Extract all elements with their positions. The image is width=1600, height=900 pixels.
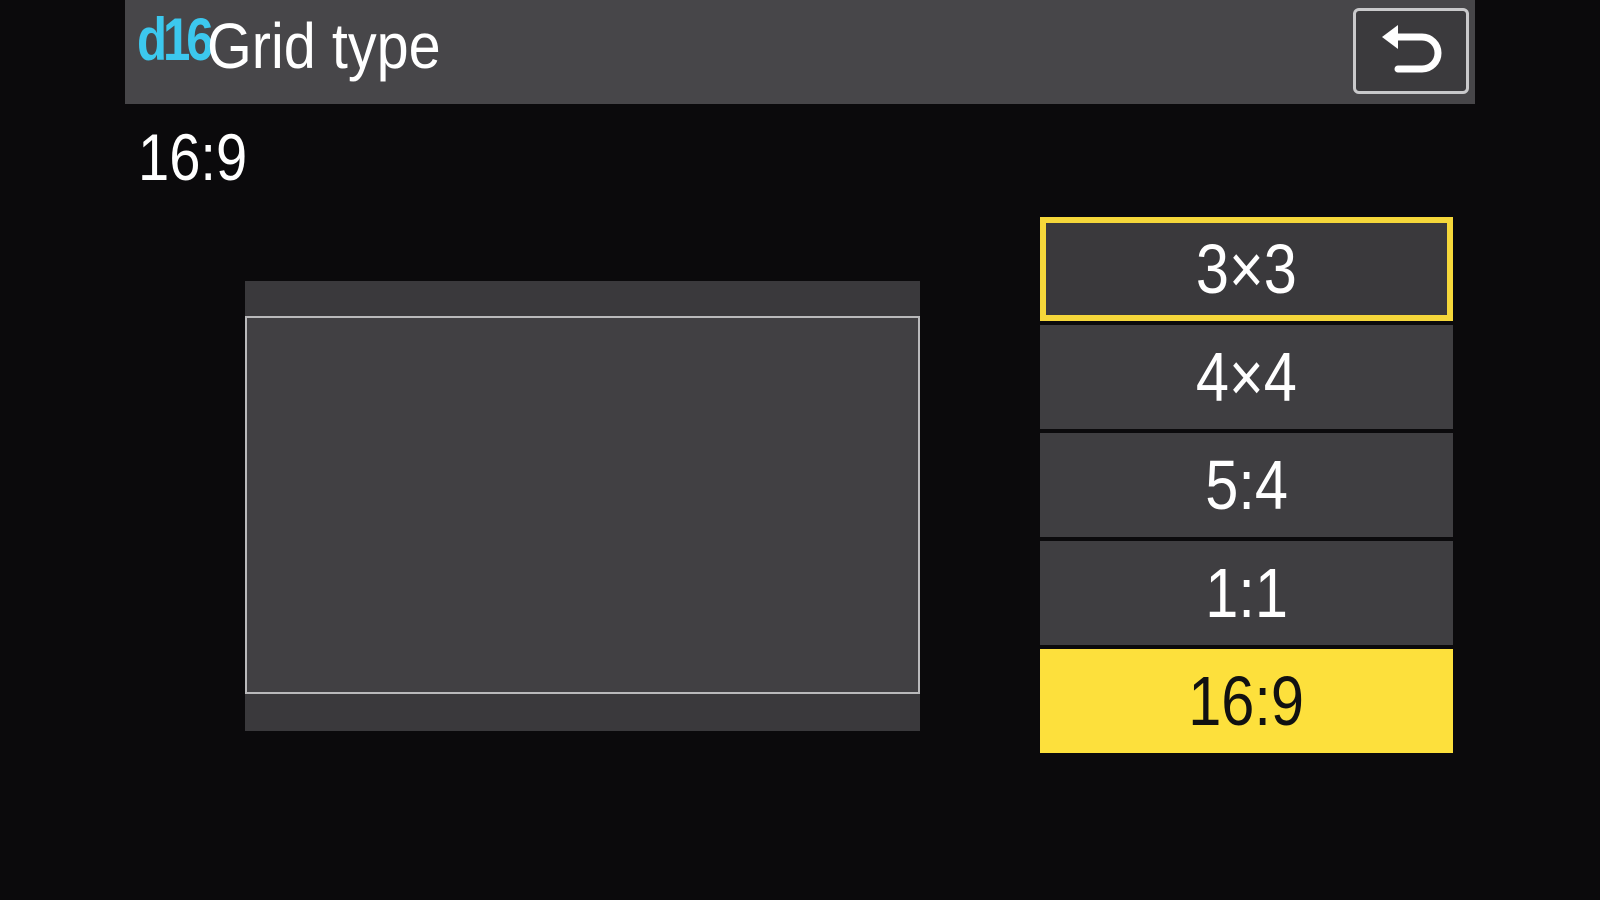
option-3x3[interactable]: 3×3 — [1040, 217, 1453, 321]
return-arrow-icon — [1382, 25, 1442, 73]
option-label: 4×4 — [1196, 338, 1297, 416]
option-label: 3×3 — [1196, 230, 1297, 308]
back-button[interactable] — [1353, 8, 1469, 94]
camera-menu-screen: d16 Grid type 16:9 3×3 4×4 5:4 1:1 16:9 — [0, 0, 1600, 900]
option-16-9[interactable]: 16:9 — [1040, 649, 1453, 753]
option-4x4[interactable]: 4×4 — [1040, 325, 1453, 429]
preview-top-band — [245, 281, 920, 316]
option-label: 16:9 — [1188, 662, 1305, 740]
option-label: 5:4 — [1205, 446, 1288, 524]
preview-bottom-band — [245, 694, 920, 731]
option-label: 1:1 — [1205, 554, 1288, 632]
grid-preview — [245, 281, 920, 731]
menu-header: d16 Grid type — [125, 0, 1475, 104]
grid-type-options: 3×3 4×4 5:4 1:1 16:9 — [1040, 217, 1453, 757]
menu-code: d16 — [137, 6, 214, 73]
option-1-1[interactable]: 1:1 — [1040, 541, 1453, 645]
option-5-4[interactable]: 5:4 — [1040, 433, 1453, 537]
page-title: Grid type — [207, 10, 441, 82]
preview-frame-16-9 — [245, 316, 920, 694]
current-value: 16:9 — [138, 120, 248, 194]
